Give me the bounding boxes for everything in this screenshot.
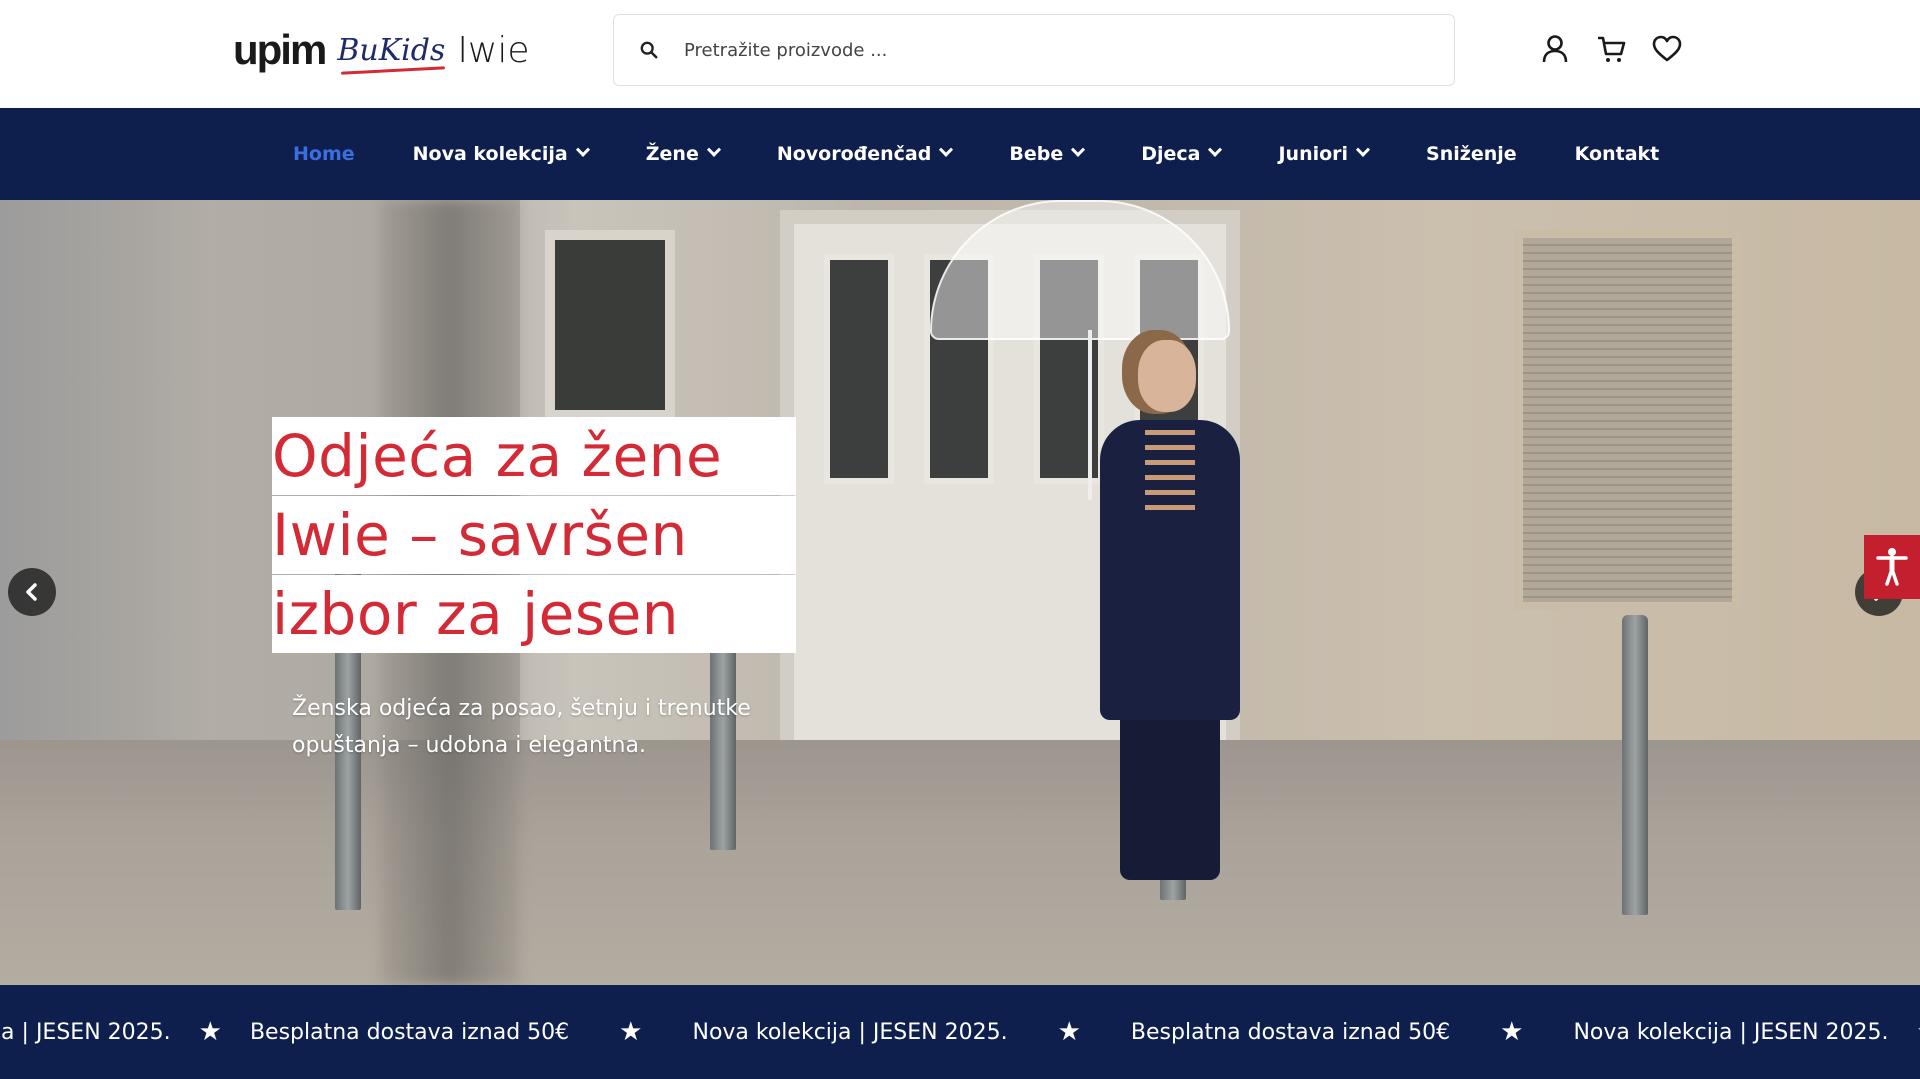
slider-prev-button[interactable]: [8, 568, 56, 616]
ticker-item: Nova kolekcija | JESEN 2025.: [692, 1019, 1008, 1045]
hero-slider: Odjeća za žene Iwie – savršen izbor za j…: [0, 200, 1920, 985]
nav-item-novorodencad[interactable]: Novorođenčad: [776, 142, 954, 165]
hero-background-shutter: [1515, 230, 1740, 610]
user-icon[interactable]: [1540, 34, 1570, 64]
star-icon: ★: [1057, 1017, 1081, 1047]
logo-iwie: Iwie: [457, 29, 530, 71]
nav-item-snizenje[interactable]: Sniženje: [1426, 143, 1517, 165]
hero-model: [1060, 270, 1260, 910]
nav-item-label: Novorođenčad: [776, 143, 932, 165]
ticker-item: kcija | JESEN 2025.: [0, 1019, 171, 1045]
cart-icon[interactable]: [1596, 34, 1626, 64]
nav-item-label: Kontakt: [1574, 143, 1660, 165]
ticker-item: Besplatna dostava iznad 50€: [1130, 1019, 1451, 1045]
nav-item-label: Juniori: [1278, 143, 1349, 165]
nav-item-kontakt[interactable]: Kontakt: [1575, 143, 1660, 165]
hero-title-line: Odjeća za žene: [272, 417, 796, 495]
hero-title-line: Iwie – savršen: [272, 496, 796, 574]
door-pane: [824, 254, 894, 484]
nav-item-label: Sniženje: [1426, 143, 1517, 165]
heart-icon[interactable]: [1652, 34, 1682, 64]
search-bar[interactable]: [613, 14, 1455, 86]
nav-item-zene[interactable]: Žene: [645, 142, 721, 165]
nav-item-bebe[interactable]: Bebe: [1009, 142, 1086, 165]
hero-subtitle: Ženska odjeća za posao, šetnju i trenutk…: [292, 696, 751, 758]
nav-item-djeca[interactable]: Djeca: [1141, 142, 1223, 165]
site-logo[interactable]: upim BuKids Iwie: [233, 22, 530, 78]
chevron-down-icon: [706, 142, 721, 157]
model-head: [1138, 340, 1196, 412]
main-nav: Home Nova kolekcija Žene Novorođenčad Be…: [0, 108, 1920, 200]
site-header: upim BuKids Iwie: [0, 0, 1920, 108]
nav-item-label: Bebe: [1009, 143, 1064, 165]
chevron-down-icon: [1208, 142, 1223, 157]
nav-item-label: Djeca: [1141, 143, 1201, 165]
model-sweater: [1145, 430, 1195, 520]
star-icon: ★: [619, 1017, 643, 1047]
star-icon: ★: [1917, 1017, 1920, 1047]
star-icon: ★: [1500, 1017, 1524, 1047]
accessibility-button[interactable]: [1864, 535, 1920, 599]
nav-item-label: Home: [293, 143, 355, 165]
bollard: [1622, 615, 1648, 915]
announcement-ticker: kcija | JESEN 2025. ★ Besplatna dostava …: [0, 985, 1920, 1079]
ticker-item: Besplatna dostava iznad 50€: [249, 1019, 570, 1045]
search-icon[interactable]: [614, 41, 684, 59]
star-icon: ★: [198, 1017, 222, 1047]
chevron-down-icon: [1355, 142, 1371, 157]
hero-background-window: [545, 230, 675, 420]
chevron-down-icon: [1071, 142, 1086, 157]
ticker-item: Nova kolekcija | JESEN 2025.: [1573, 1019, 1889, 1045]
chevron-left-icon: [26, 583, 37, 601]
nav-item-label: Žene: [645, 143, 699, 165]
accessibility-icon: [1876, 548, 1908, 586]
nav-item-juniori[interactable]: Juniori: [1278, 142, 1371, 165]
ticker-track: kcija | JESEN 2025. ★ Besplatna dostava …: [0, 985, 1920, 1079]
logo-upim: upim: [233, 26, 327, 73]
header-actions: [1540, 34, 1682, 64]
model-legs: [1120, 700, 1220, 880]
chevron-down-icon: [575, 142, 590, 157]
search-input[interactable]: [684, 39, 1384, 61]
nav-item-label: Nova kolekcija: [412, 143, 568, 165]
hero-title-line: izbor za jesen: [272, 575, 796, 653]
nav-item-nova-kolekcija[interactable]: Nova kolekcija: [412, 142, 590, 165]
chevron-down-icon: [939, 142, 954, 157]
nav-item-home[interactable]: Home: [293, 143, 355, 165]
hero-title: Odjeća za žene Iwie – savršen izbor za j…: [272, 417, 796, 653]
logo-bukids: BuKids: [337, 32, 446, 68]
